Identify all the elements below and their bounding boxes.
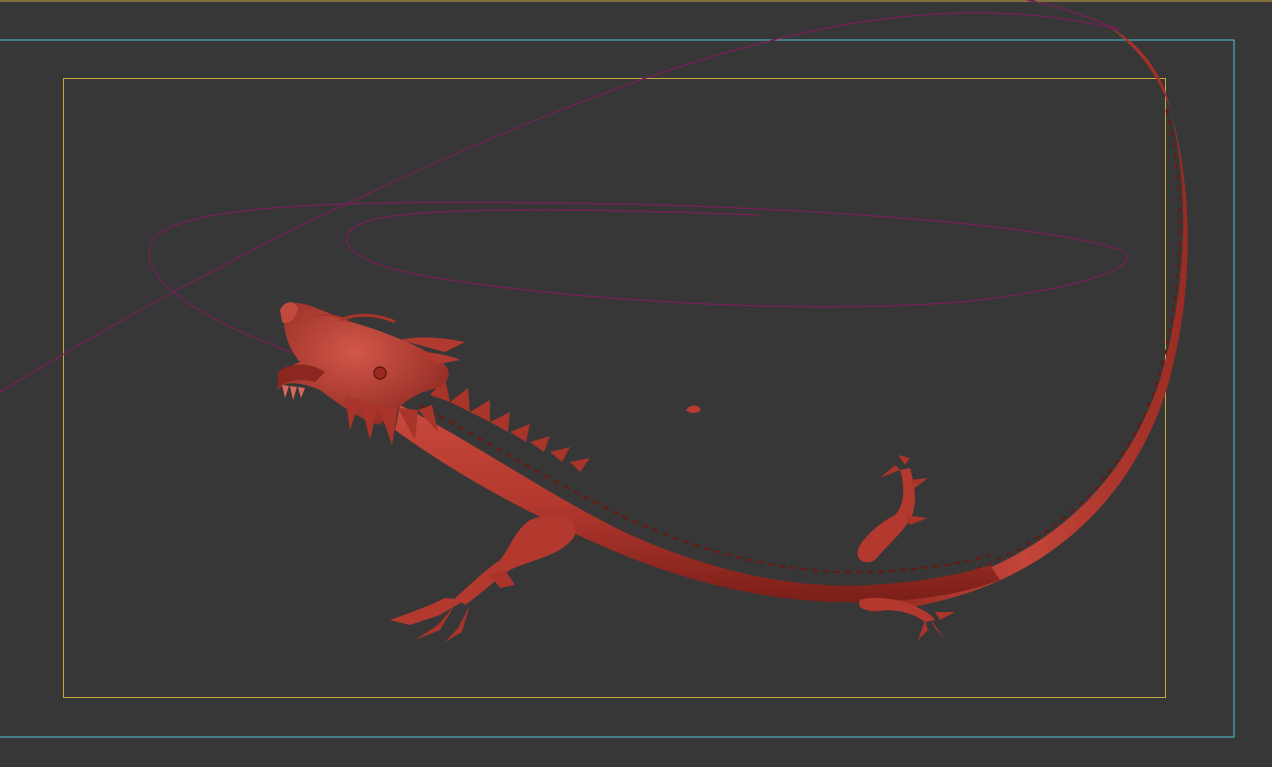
- action-safe-frame: [0, 39, 1235, 738]
- dragon-front-leg: [390, 515, 576, 642]
- dragon-tail: [860, 28, 1188, 612]
- 3d-viewport[interactable]: [0, 0, 1272, 767]
- viewport-scene[interactable]: [0, 0, 1272, 767]
- title-safe-frame: [63, 78, 1166, 698]
- dragon-hind-leg-lower: [859, 597, 955, 640]
- dragon-head: [277, 302, 465, 445]
- dragon-model[interactable]: [277, 28, 1188, 642]
- floating-fragment: [686, 405, 701, 413]
- dragon-hind-leg-upper: [857, 455, 928, 563]
- motion-path-spline[interactable]: [0, 0, 1128, 393]
